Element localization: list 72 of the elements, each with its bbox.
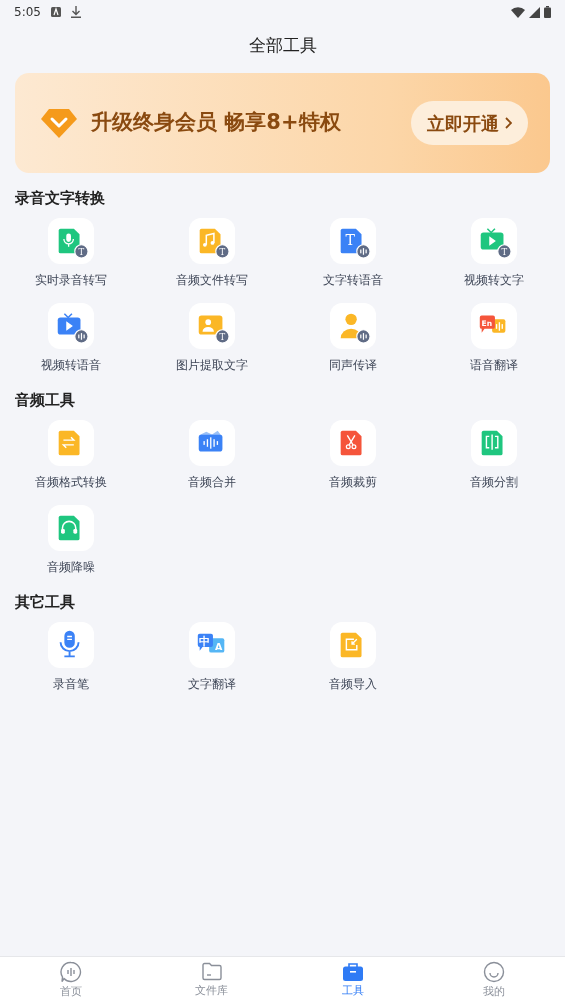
tool-label: 音频降噪 bbox=[46, 559, 95, 576]
tool-icon bbox=[57, 312, 81, 335]
tool-item[interactable]: T 实时录音转写 bbox=[0, 211, 142, 296]
tool-label: 录音笔 bbox=[52, 676, 89, 693]
smiley-icon bbox=[483, 960, 506, 983]
letter-badge: T bbox=[73, 244, 89, 259]
tool-icon bbox=[199, 228, 221, 254]
section-title: 录音文字转换 bbox=[14, 188, 106, 209]
section-title: 其它工具 bbox=[14, 592, 76, 613]
tool-label: 音频分割 bbox=[470, 474, 519, 491]
status-time: 5:05 bbox=[14, 4, 41, 21]
notification-icon bbox=[50, 7, 61, 17]
wifi-icon bbox=[511, 6, 525, 18]
tool-item[interactable]: 录音笔 bbox=[0, 615, 142, 700]
tool-item[interactable]: T 视频转文字 bbox=[423, 211, 565, 296]
folder-icon bbox=[200, 961, 223, 982]
download-icon bbox=[70, 6, 81, 18]
tool-icon bbox=[198, 430, 223, 452]
nav-tab[interactable]: 文件库 bbox=[141, 957, 283, 1004]
tool-item[interactable]: 中 A 文字翻译 bbox=[141, 615, 283, 700]
letter-badge: T bbox=[497, 244, 512, 259]
tool-item[interactable]: 音频降噪 bbox=[0, 498, 142, 583]
nav-tab[interactable]: 工具 bbox=[282, 957, 424, 1004]
tool-label: 实时录音转写 bbox=[34, 272, 107, 289]
tool-icon bbox=[58, 515, 80, 541]
tool-item[interactable]: 视频转语音 bbox=[0, 296, 142, 381]
tool-icon bbox=[198, 315, 223, 335]
tool-item[interactable]: T 音频文件转写 bbox=[141, 211, 283, 296]
tool-item[interactable]: 音频格式转换 bbox=[0, 413, 142, 498]
tool-item[interactable]: T 文字转语音 bbox=[282, 211, 424, 296]
tool-icon bbox=[58, 228, 80, 254]
tool-icon bbox=[58, 430, 80, 456]
tool-item[interactable]: 音频分割 bbox=[423, 413, 565, 498]
tool-label: 文字转语音 bbox=[323, 272, 384, 289]
toolbox-icon bbox=[342, 961, 365, 982]
tool-icon bbox=[340, 632, 362, 658]
tool-icon bbox=[482, 430, 503, 456]
tool-item[interactable]: T 图片提取文字 bbox=[141, 296, 283, 381]
page-title: 全部工具 bbox=[248, 34, 317, 58]
tool-item[interactable]: 音频合并 bbox=[141, 413, 283, 498]
chevron-right-icon bbox=[505, 117, 512, 129]
tool-icon: T bbox=[340, 228, 362, 254]
tool-item[interactable]: 音频裁剪 bbox=[282, 413, 424, 498]
tool-label: 音频合并 bbox=[187, 474, 236, 491]
tool-icon bbox=[481, 227, 504, 250]
tool-label: 音频裁剪 bbox=[329, 474, 378, 491]
tool-label: 语音翻译 bbox=[470, 357, 519, 374]
activate-button[interactable]: 立即开通 bbox=[411, 101, 528, 145]
nav-tab[interactable]: 我的 bbox=[423, 957, 565, 1004]
tool-label: 视频转语音 bbox=[40, 357, 101, 374]
battery-icon bbox=[544, 6, 551, 18]
letter-badge: T bbox=[215, 329, 230, 344]
tool-icon bbox=[340, 430, 362, 456]
signal-icon bbox=[529, 6, 540, 18]
letter-badge: T bbox=[215, 244, 230, 259]
tool-label: 图片提取文字 bbox=[175, 357, 248, 374]
tool-item[interactable]: 同声传译 bbox=[282, 296, 424, 381]
tool-label: 音频文件转写 bbox=[175, 272, 248, 289]
diamond-icon bbox=[41, 107, 77, 139]
section-title: 音频工具 bbox=[14, 390, 76, 411]
banner-text: 升级终身会员 畅享8+特权 bbox=[91, 109, 342, 137]
tool-label: 音频导入 bbox=[329, 676, 378, 693]
tool-label: 音频格式转换 bbox=[34, 474, 107, 491]
tool-label: 视频转文字 bbox=[464, 272, 525, 289]
tool-item[interactable]: 音频导入 bbox=[282, 615, 424, 700]
tool-label: 文字翻译 bbox=[187, 676, 236, 693]
chat-wave-icon bbox=[59, 960, 82, 983]
membership-banner[interactable]: 升级终身会员 畅享8+特权 立即开通 bbox=[15, 73, 550, 173]
tool-label: 同声传译 bbox=[329, 357, 378, 374]
tool-item[interactable]: En 语音翻译 bbox=[423, 296, 565, 381]
tool-icon bbox=[59, 630, 80, 658]
nav-tab[interactable]: 首页 bbox=[0, 957, 142, 1004]
